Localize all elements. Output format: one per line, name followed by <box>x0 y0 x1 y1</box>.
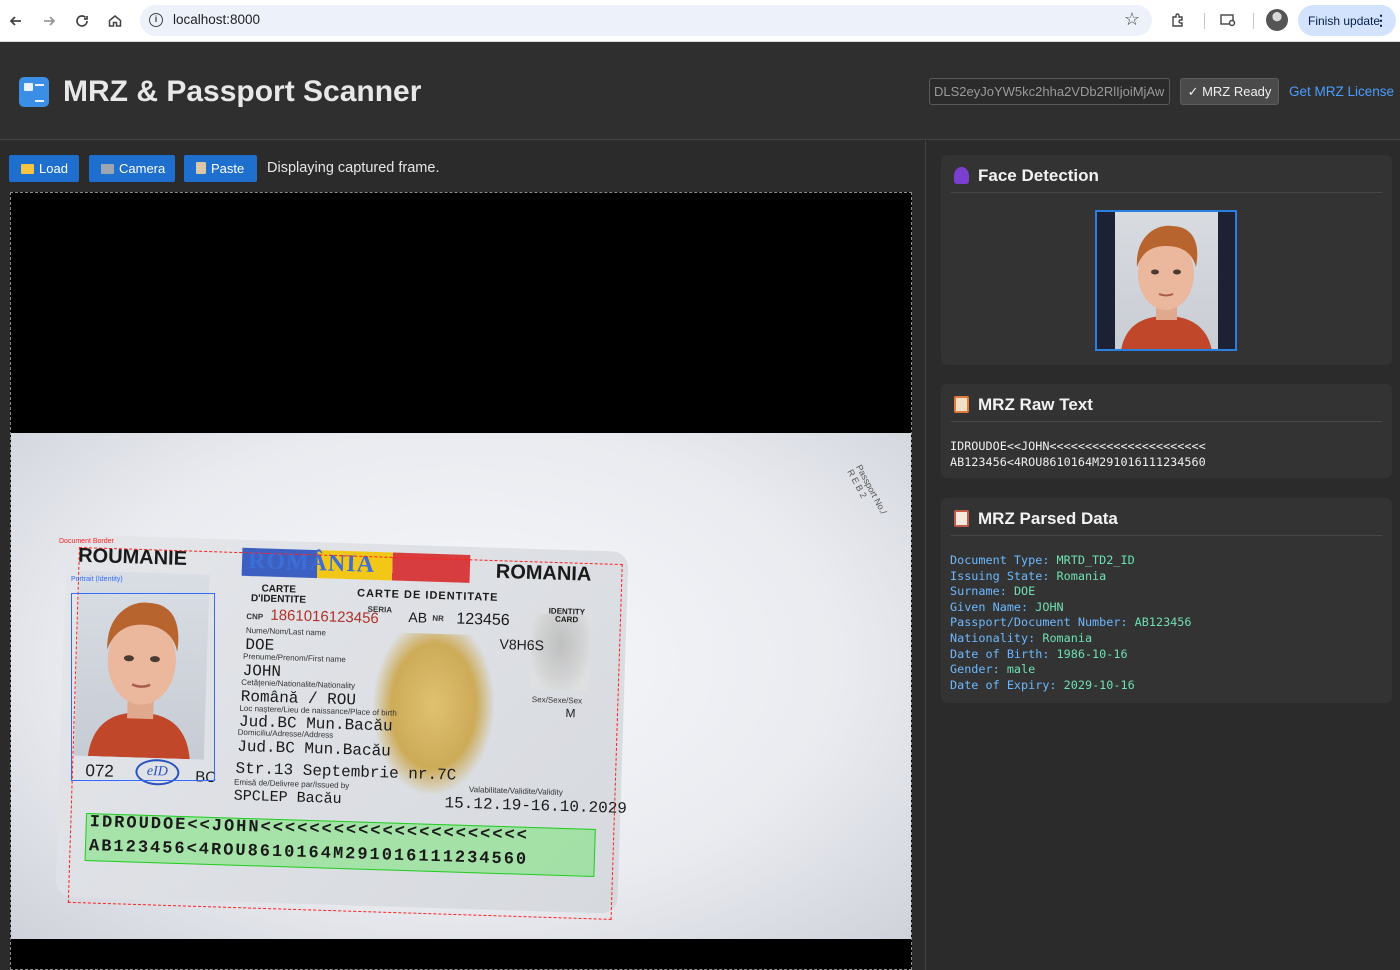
parsed-field-row: Surname: DOE <box>950 584 1035 600</box>
face-detection-title: Face Detection <box>978 166 1099 185</box>
field-key: Date of Expiry: <box>950 677 1057 692</box>
forward-icon[interactable] <box>36 8 62 34</box>
get-license-link[interactable]: Get MRZ License <box>1289 84 1394 99</box>
bookmark-star-icon[interactable]: ☆ <box>1124 9 1140 30</box>
field-value: male <box>1006 662 1036 677</box>
profile-avatar[interactable] <box>1266 9 1288 31</box>
field-value: AB123456 <box>1134 615 1192 630</box>
site-info-icon[interactable]: i <box>149 13 163 27</box>
portrait-detection-label: Portrait (Identity) <box>71 576 123 583</box>
field-key: Given Name: <box>950 599 1029 614</box>
mrz-raw-line-1: IDROUDOE<<JOHN<<<<<<<<<<<<<<<<<<<<<< <box>950 439 1206 453</box>
face-crop-portrait <box>1115 212 1218 349</box>
camera-icon <box>101 164 114 174</box>
home-icon[interactable] <box>102 8 128 34</box>
reload-icon[interactable] <box>69 8 95 34</box>
toolbar-divider <box>1204 13 1205 29</box>
toolbar-divider <box>1253 13 1254 29</box>
portrait-detection-box <box>71 593 215 781</box>
app-header: MRZ & Passport Scanner ✓ MRZ Ready Get M… <box>0 42 1400 140</box>
parsed-field-row: Passport/Document Number: AB123456 <box>950 615 1192 631</box>
mrz-parsed-card: MRZ Parsed Data Document Type: MRTD_TD2_… <box>941 498 1392 703</box>
field-value: JOHN <box>1035 599 1064 614</box>
field-value: 2029-10-16 <box>1063 677 1135 692</box>
mrz-raw-line-2: AB123456<4ROU8610164M291016111234560 <box>950 455 1206 469</box>
field-value: Romania <box>1042 631 1093 645</box>
parsed-field-row: Date of Birth: 1986-10-16 <box>950 647 1128 663</box>
document-border-label: Document Border <box>59 538 114 545</box>
face-detection-card: Face Detection <box>941 155 1392 365</box>
parsed-field-row: Gender: male <box>950 662 1035 678</box>
memo-icon <box>954 396 969 413</box>
field-value: DOE <box>1013 584 1036 599</box>
field-key: Nationality: <box>950 631 1036 645</box>
field-value: 1986-10-16 <box>1056 646 1128 661</box>
parsed-field-row: Nationality: Romania <box>950 631 1092 647</box>
cast-tab-icon[interactable] <box>1217 9 1239 31</box>
page-title: MRZ & Passport Scanner <box>63 75 422 108</box>
field-key: Passport/Document Number: <box>950 615 1128 630</box>
mrz-raw-card: MRZ Raw Text IDROUDOE<<JOHN<<<<<<<<<<<<<… <box>941 384 1392 478</box>
mrz-ready-button[interactable]: ✓ MRZ Ready <box>1180 78 1279 105</box>
clipboard-icon <box>954 510 969 527</box>
browser-toolbar: i localhost:8000 ☆ Finish update ⋮ <box>0 0 1400 42</box>
field-key: Date of Birth: <box>950 646 1050 661</box>
user-icon <box>954 167 969 184</box>
field-key: Issuing State: <box>950 568 1050 583</box>
field-value: Romania <box>1056 568 1107 583</box>
paste-button[interactable]: Paste <box>184 155 257 182</box>
parsed-field-row: Issuing State: Romania <box>950 569 1106 585</box>
more-menu-icon[interactable]: ⋮ <box>1374 12 1388 29</box>
parsed-field-row: Given Name: JOHN <box>950 600 1064 616</box>
field-key: Gender: <box>950 662 1000 677</box>
results-panel: Face Detection MRZ Raw Text IDROUDOE<<JO… <box>927 141 1400 970</box>
address-bar[interactable]: i localhost:8000 ☆ <box>140 5 1152 36</box>
parsed-field-row: Date of Expiry: 2029-10-16 <box>950 678 1135 694</box>
parsed-field-row: Document Type: MRTD_TD2_ID <box>950 553 1135 569</box>
paste-label: Paste <box>211 161 245 176</box>
field-key: Document Type: <box>950 553 1050 567</box>
field-value: MRTD_TD2_ID <box>1056 553 1135 567</box>
extensions-icon[interactable] <box>1167 9 1189 31</box>
mrz-parsed-title: MRZ Parsed Data <box>978 509 1118 528</box>
background-passport-text: Passport No./ R E B 2 <box>845 463 889 516</box>
load-button[interactable]: Load <box>9 155 79 182</box>
finish-update-button[interactable]: Finish update ⋮ <box>1298 5 1396 36</box>
field-key: Surname: <box>950 584 1007 599</box>
load-label: Load <box>39 161 68 176</box>
mrz-raw-title: MRZ Raw Text <box>978 395 1093 414</box>
face-crop-image <box>1095 210 1237 351</box>
mrz-raw-header: MRZ Raw Text <box>951 394 1382 422</box>
face-detection-header: Face Detection <box>951 165 1382 193</box>
clipboard-icon <box>196 162 206 174</box>
image-canvas[interactable]: Passport No./ R E B 2 ROUMANIE ROMÂNIA R… <box>10 192 912 970</box>
license-key-input[interactable] <box>929 78 1170 105</box>
url-text: localhost:8000 <box>173 12 261 27</box>
scanner-logo-icon <box>19 77 49 107</box>
finish-update-label: Finish update <box>1308 14 1381 28</box>
camera-button[interactable]: Camera <box>89 155 175 182</box>
folder-icon <box>21 164 34 174</box>
status-text: Displaying captured frame. <box>267 160 440 176</box>
viewer-panel: Load Camera Paste Displaying captured fr… <box>0 141 926 970</box>
camera-label: Camera <box>119 161 166 176</box>
mrz-parsed-header: MRZ Parsed Data <box>951 508 1382 536</box>
back-icon[interactable] <box>3 8 29 34</box>
